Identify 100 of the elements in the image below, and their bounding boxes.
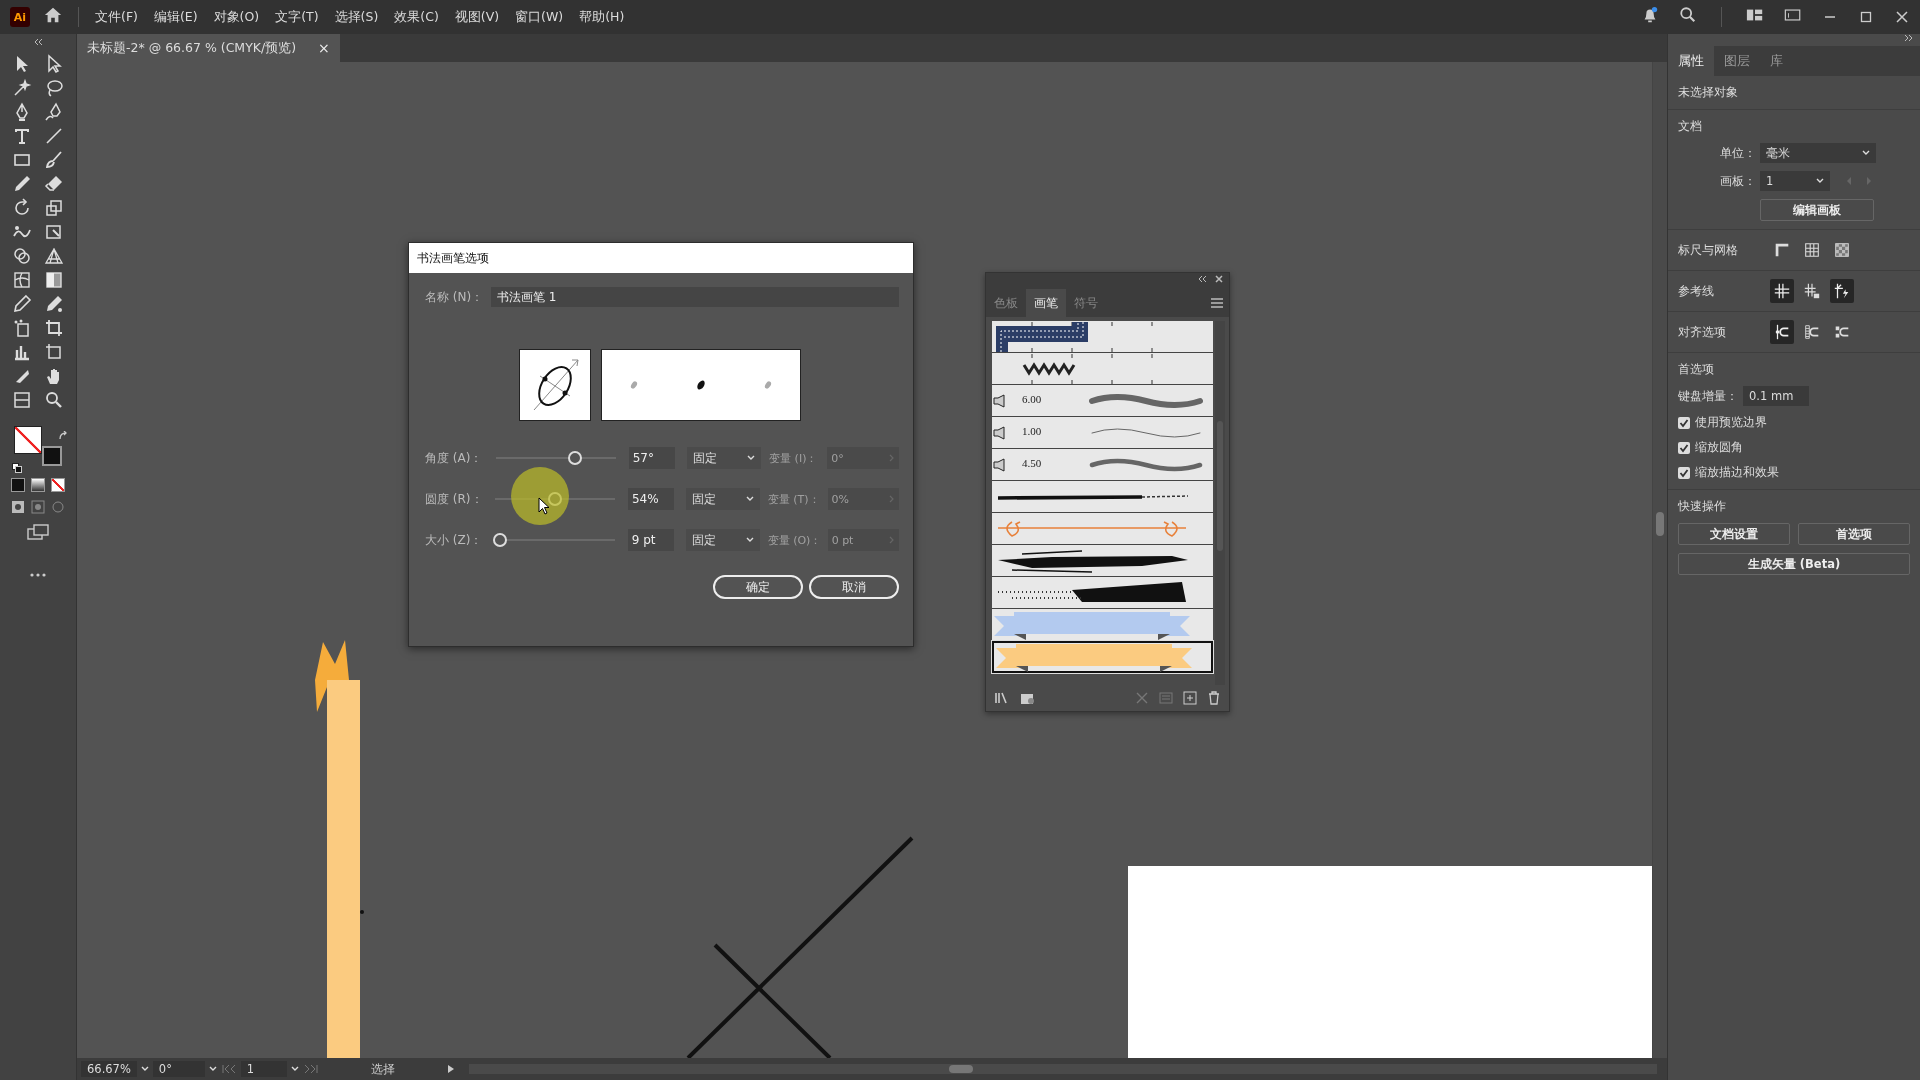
checkbox[interactable] (1678, 466, 1690, 479)
eraser-icon[interactable] (44, 174, 64, 194)
type-icon[interactable] (12, 126, 32, 146)
app-logo[interactable]: Ai (10, 7, 30, 27)
name-field[interactable]: 书法画笔 1 (491, 287, 899, 307)
toggle-button[interactable] (1770, 320, 1794, 344)
brush-item[interactable] (992, 641, 1213, 673)
crop-icon[interactable] (44, 318, 64, 338)
free-transform-icon[interactable] (44, 222, 64, 242)
field-label: 名称 (N)： (425, 288, 485, 306)
menu-item[interactable]: 帮助(H) (571, 8, 633, 26)
snap-point-icon (1773, 323, 1791, 341)
mesh-icon[interactable] (12, 270, 32, 290)
menu-item[interactable]: 窗口(W) (507, 8, 572, 26)
artboard-dropdown[interactable]: 1 (1760, 171, 1830, 191)
expand-icon[interactable] (1904, 34, 1914, 42)
scrollbar[interactable] (1652, 62, 1667, 1058)
pencil-icon[interactable] (12, 174, 32, 194)
panel-tab[interactable]: 属性 (1668, 46, 1714, 76)
action-button[interactable]: 首选项 (1798, 523, 1910, 545)
line-icon[interactable] (44, 126, 64, 146)
brush-item[interactable]: 4.50 (992, 449, 1213, 481)
perspective-grid-icon[interactable] (44, 246, 64, 266)
panel-tab[interactable]: 画笔 (1026, 289, 1066, 317)
checkbox[interactable] (1678, 441, 1690, 454)
panel-window-icon[interactable] (1784, 7, 1802, 23)
chevron-down-icon[interactable] (290, 1066, 299, 1072)
document-tab[interactable]: 未标题-2* @ 66.67 % (CMYK/预览) × (77, 34, 340, 62)
artboard-tool-icon[interactable] (12, 390, 32, 410)
fill-none-swatch[interactable] (14, 426, 42, 454)
artboard-field[interactable]: 1 (240, 1061, 287, 1077)
chevron-down-icon[interactable] (140, 1066, 149, 1072)
eyedropper-icon[interactable] (12, 294, 32, 314)
paintbrush-icon[interactable] (44, 150, 64, 170)
dialog-button[interactable]: 取消 (809, 575, 899, 599)
more-tools-icon[interactable] (30, 573, 46, 577)
collapse-icon[interactable] (33, 38, 43, 46)
draw-behind-icon[interactable] (31, 500, 45, 514)
screen-mode-icon[interactable] (27, 524, 49, 542)
unit-dropdown[interactable]: 毫米 (1760, 143, 1876, 163)
action-button[interactable]: 文档设置 (1678, 523, 1790, 545)
menu-item[interactable]: 文字(T) (267, 8, 327, 26)
none-mode-button[interactable] (51, 478, 65, 492)
close-icon[interactable] (1215, 275, 1223, 283)
checkbox-label: 缩放描边和效果 (1695, 464, 1779, 481)
brush-item[interactable]: 1.00 (992, 417, 1213, 449)
menu-item[interactable]: 效果(C) (386, 8, 447, 26)
magic-wand-icon[interactable] (12, 78, 32, 98)
brush-item[interactable]: 6.00 (992, 385, 1213, 417)
menu-icon[interactable] (1211, 298, 1223, 308)
collapse-icon[interactable] (1197, 275, 1207, 283)
swap-arrow-icon[interactable] (58, 431, 68, 441)
gradient-icon[interactable] (44, 270, 64, 290)
color-mode-button[interactable] (11, 478, 25, 492)
field-label: 键盘增量： (1678, 387, 1738, 405)
panel-tab[interactable]: 图层 (1714, 46, 1760, 76)
draw-normal-icon[interactable] (11, 500, 25, 514)
home-icon[interactable] (44, 6, 62, 24)
scrollbar[interactable] (468, 1064, 1657, 1074)
curvature-pen-icon[interactable] (44, 102, 64, 122)
menu-item[interactable]: 文件(F) (87, 8, 146, 26)
gradient-mode-button[interactable] (31, 478, 45, 492)
chevron-down-icon[interactable] (208, 1066, 217, 1072)
stroke-swatch[interactable] (42, 446, 62, 466)
brush-item[interactable] (992, 481, 1213, 513)
dialog-button[interactable]: 确定 (713, 575, 803, 599)
search-icon[interactable] (1679, 6, 1697, 24)
menu-item[interactable]: 对象(O) (205, 8, 268, 26)
workspace-layout-icon[interactable] (1746, 7, 1764, 23)
libraries-icon[interactable] (1020, 691, 1036, 705)
section-heading: 参考线 (1678, 282, 1715, 300)
grid-icon (1803, 241, 1821, 259)
checkbox[interactable] (1678, 416, 1690, 429)
scale-icon[interactable] (44, 198, 64, 218)
zoom-field[interactable]: 66.67% (81, 1061, 137, 1077)
action-button[interactable]: 生成矢量 (Beta) (1678, 553, 1910, 575)
play-icon[interactable] (446, 1064, 455, 1074)
scrollbar[interactable] (1215, 321, 1225, 685)
edit-artboards-button[interactable]: 编辑画板 (1760, 199, 1874, 221)
artboard-icon[interactable] (44, 342, 64, 362)
rotation-field[interactable]: 0° (152, 1061, 205, 1077)
menu-item[interactable]: 视图(V) (446, 8, 508, 26)
panel-tab[interactable]: 库 (1760, 46, 1793, 76)
ruler-icon (1773, 241, 1791, 259)
section-heading: 文档 (1678, 118, 1703, 135)
keyboard-increment-field[interactable]: 0.1 mm (1743, 386, 1809, 406)
lasso-icon[interactable] (44, 78, 64, 98)
tab-close-button[interactable]: × (318, 40, 330, 56)
menu-item[interactable]: 编辑(E) (145, 8, 206, 26)
shape-builder-icon[interactable] (12, 246, 32, 266)
brush-library-icon[interactable] (994, 691, 1010, 705)
toggle-button[interactable] (1770, 279, 1794, 303)
rotate-icon[interactable] (12, 198, 32, 218)
default-colors-icon[interactable] (12, 463, 22, 473)
toggle-button[interactable] (1830, 279, 1854, 303)
new-brush-icon[interactable] (1183, 691, 1197, 705)
menu-item[interactable]: 选择(S) (326, 8, 387, 26)
zoom-icon[interactable] (44, 390, 64, 410)
trash-icon[interactable] (1207, 691, 1221, 705)
document-title: 未标题-2* @ 66.67 % (CMYK/预览) (87, 39, 297, 57)
